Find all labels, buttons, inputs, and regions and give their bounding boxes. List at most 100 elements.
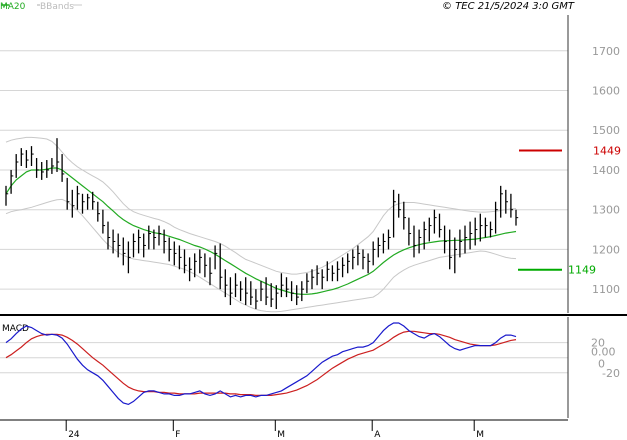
price-bar <box>41 162 44 180</box>
price-bars <box>5 138 519 310</box>
x-tick-label: F <box>175 430 180 440</box>
price-bar <box>362 249 366 270</box>
price-bar <box>71 189 75 218</box>
price-tick-label: 1200 <box>592 243 620 256</box>
price-bar <box>10 169 14 194</box>
copyright-text: © TEC 21/5/2024 3:0 GMT <box>442 1 575 12</box>
price-bar <box>382 233 386 254</box>
price-bar <box>102 209 106 234</box>
price-bar <box>372 241 376 266</box>
price-bar <box>280 273 284 298</box>
price-bar <box>357 245 361 266</box>
price-tick-label: 1700 <box>592 45 620 58</box>
price-bar <box>403 201 406 230</box>
price-bar <box>428 217 432 242</box>
price-bar <box>474 217 478 246</box>
price-bar <box>234 273 238 298</box>
price-gridlines <box>0 50 568 290</box>
price-bar <box>173 241 177 266</box>
chart-svg: MA20 BBands © TEC 21/5/2024 3:0 GMT 1449… <box>0 1 627 440</box>
price-bar <box>352 249 355 270</box>
ma20-legend-label: MA20 <box>0 2 26 12</box>
price-bar <box>224 269 228 298</box>
x-tick-label: M <box>476 430 484 440</box>
price-bar <box>296 285 299 306</box>
price-bar <box>239 281 243 302</box>
price-bar <box>168 237 172 262</box>
price-bar <box>158 225 162 246</box>
x-tick-label: 24 <box>68 430 80 440</box>
price-bar <box>459 229 463 258</box>
price-bar <box>15 154 19 178</box>
macd-panel: MACD 200.000-20 <box>0 317 620 418</box>
price-bar <box>423 221 427 250</box>
price-bar <box>81 193 85 214</box>
price-bar <box>377 237 381 258</box>
macd-signal-line <box>5 330 517 396</box>
price-bar <box>20 148 24 166</box>
price-bar <box>5 185 9 206</box>
macd-tick-label: -20 <box>602 367 620 380</box>
price-bar <box>469 221 473 250</box>
price-bar <box>341 257 345 278</box>
level-label: 1149 <box>568 264 596 277</box>
price-bar <box>265 277 269 306</box>
price-bar <box>56 138 60 172</box>
macd-label: MACD <box>2 324 29 334</box>
price-bar <box>122 237 126 266</box>
price-bar <box>143 233 146 258</box>
price-bar <box>30 146 34 166</box>
macd-lines <box>5 322 517 406</box>
price-bar <box>489 221 493 238</box>
price-bar <box>76 185 80 210</box>
price-bar <box>479 213 483 242</box>
price-bar <box>199 249 202 274</box>
price-bar <box>433 209 437 234</box>
price-bar <box>510 193 514 218</box>
price-bar <box>392 189 396 238</box>
price-bar <box>204 253 208 278</box>
price-tick-label: 1500 <box>592 124 620 137</box>
price-bar <box>306 273 310 294</box>
price-bar <box>454 237 457 274</box>
price-tick-label: 1300 <box>592 204 620 217</box>
price-axis-labels: 1100 1200 1300 1400 1500 1600 1700 <box>592 45 620 296</box>
macd-line <box>5 322 517 406</box>
price-bar <box>194 253 197 278</box>
x-tick-label: A <box>374 430 381 440</box>
price-bar <box>229 277 233 306</box>
price-bar <box>515 209 519 226</box>
bbands-legend-label: BBands <box>40 2 74 12</box>
price-bar <box>500 185 503 218</box>
price-tick-label: 1600 <box>592 84 620 97</box>
price-bar <box>387 229 391 250</box>
price-bar <box>285 277 289 298</box>
macd-axis-labels: 200.000-20 <box>591 337 620 380</box>
price-tick-label: 1400 <box>592 164 620 177</box>
x-tick-label: M <box>277 430 285 440</box>
price-bar <box>127 241 131 274</box>
price-bar <box>494 201 498 234</box>
price-panel: 1449 1149 1100 1200 1300 1400 1500 1600 1700 <box>0 15 621 313</box>
price-bar <box>255 289 259 310</box>
price-bar <box>35 158 39 178</box>
price-bar <box>408 217 412 246</box>
price-bar <box>148 225 151 250</box>
price-tick-label: 1100 <box>592 283 620 296</box>
price-bar <box>219 243 223 290</box>
price-bar <box>398 193 401 218</box>
price-bar <box>290 281 294 302</box>
price-bar <box>66 177 70 210</box>
price-bar <box>311 269 315 290</box>
header: MA20 BBands © TEC 21/5/2024 3:0 GMT <box>0 1 575 12</box>
price-bar <box>331 265 335 282</box>
price-bar <box>51 158 55 174</box>
price-bar <box>250 281 253 306</box>
price-bar <box>260 281 264 302</box>
price-bar <box>484 217 488 238</box>
level-label: 1449 <box>593 144 621 157</box>
x-axis: 24 F M A M <box>0 419 568 440</box>
price-bar <box>367 253 371 274</box>
price-bar <box>25 150 29 168</box>
price-bar <box>321 269 325 290</box>
